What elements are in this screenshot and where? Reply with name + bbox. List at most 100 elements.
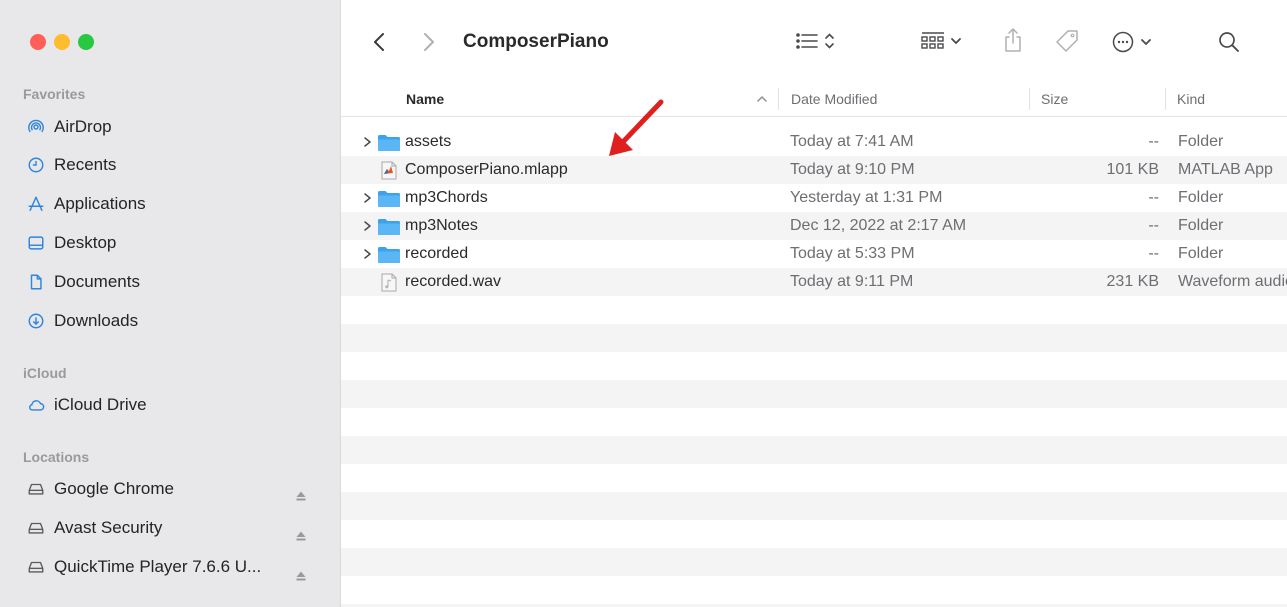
empty-row-stripe (341, 492, 1287, 520)
file-date: Today at 9:11 PM (790, 273, 914, 290)
column-divider[interactable] (1029, 88, 1030, 110)
file-date: Today at 7:41 AM (790, 133, 914, 150)
sidebar-item-quicktime-player[interactable]: QuickTime Player 7.6.6 U... (26, 553, 326, 581)
column-divider[interactable] (1165, 88, 1166, 110)
file-row-mp3chords[interactable]: mp3Chords Yesterday at 1:31 PM -- Folder (341, 184, 1287, 212)
file-size: -- (1148, 245, 1159, 262)
disclosure-triangle-icon[interactable] (363, 137, 372, 147)
download-icon (26, 311, 46, 331)
audio-file-icon (381, 273, 397, 292)
file-date: Today at 9:10 PM (790, 161, 915, 178)
group-icon[interactable] (920, 28, 966, 54)
airdrop-icon (26, 117, 46, 137)
file-kind: Folder (1178, 133, 1224, 150)
sidebar-item-applications[interactable]: Applications (26, 190, 326, 218)
sidebar-item-avast-security[interactable]: Avast Security (26, 514, 326, 542)
annotation-arrow-icon (609, 99, 664, 156)
file-kind: Folder (1178, 245, 1224, 262)
finder-window: Favorites AirDrop Recents Applications D… (0, 0, 1287, 607)
sidebar-item-label: Recents (54, 155, 117, 174)
drive-icon (26, 518, 46, 538)
document-icon (26, 272, 46, 292)
sort-ascending-icon[interactable] (756, 94, 768, 104)
sidebar-item-downloads[interactable]: Downloads (26, 307, 326, 335)
file-name: recorded.wav (405, 273, 502, 290)
file-name: ComposerPiano.mlapp (405, 161, 568, 178)
sidebar-item-label: QuickTime Player 7.6.6 U... (54, 557, 262, 576)
column-header: Name Date Modified Size Kind (341, 82, 1287, 117)
column-kind[interactable]: Kind (1177, 82, 1205, 116)
empty-row-stripe (341, 436, 1287, 464)
file-kind: MATLAB App (1178, 161, 1273, 178)
file-date: Dec 12, 2022 at 2:17 AM (790, 217, 967, 234)
eject-icon[interactable] (295, 529, 307, 541)
file-size: -- (1148, 133, 1159, 150)
file-size: -- (1148, 217, 1159, 234)
cloud-icon (26, 395, 46, 415)
sidebar-item-google-chrome[interactable]: Google Chrome (26, 475, 326, 503)
folder-icon (378, 247, 400, 263)
tag-icon[interactable] (1054, 28, 1080, 54)
empty-row-stripe (341, 548, 1287, 576)
sidebar-item-label: Desktop (54, 233, 117, 252)
disclosure-triangle-icon[interactable] (363, 249, 372, 259)
file-list: assets Today at 7:41 AM -- Folder Compos… (341, 124, 1287, 607)
sidebar-item-label: Applications (54, 194, 146, 213)
file-name: mp3Chords (405, 189, 488, 206)
sidebar-item-recents[interactable]: Recents (26, 151, 326, 179)
column-date-modified[interactable]: Date Modified (791, 82, 877, 116)
share-icon[interactable] (1002, 26, 1024, 54)
folder-icon (378, 191, 400, 207)
clock-icon (26, 155, 46, 175)
empty-row-stripe (341, 324, 1287, 352)
sidebar-item-icloud-drive[interactable]: iCloud Drive (26, 391, 326, 419)
column-name[interactable]: Name (406, 82, 444, 116)
more-icon[interactable] (1112, 29, 1158, 55)
close-window-button[interactable] (30, 34, 46, 50)
file-row-recorded[interactable]: recorded Today at 5:33 PM -- Folder (341, 240, 1287, 268)
matlab-app-icon (381, 161, 397, 180)
file-row-mp3notes[interactable]: mp3Notes Dec 12, 2022 at 2:17 AM -- Fold… (341, 212, 1287, 240)
desktop-icon (26, 233, 46, 253)
minimize-window-button[interactable] (54, 34, 70, 50)
file-size: -- (1148, 189, 1159, 206)
sidebar-item-label: Downloads (54, 311, 139, 330)
file-name: assets (405, 133, 452, 150)
file-date: Today at 5:33 PM (790, 245, 915, 262)
drive-icon (26, 557, 46, 577)
file-size: 231 KB (1106, 273, 1159, 290)
drive-icon (26, 479, 46, 499)
sidebar: Favorites AirDrop Recents Applications D… (0, 0, 341, 607)
sidebar-item-airdrop[interactable]: AirDrop (26, 113, 326, 141)
sidebar-item-label: iCloud Drive (54, 395, 147, 414)
folder-icon (378, 219, 400, 235)
list-view-icon[interactable] (795, 30, 843, 54)
column-divider[interactable] (778, 88, 779, 110)
file-kind: Folder (1178, 189, 1224, 206)
disclosure-triangle-icon[interactable] (363, 193, 372, 203)
column-size[interactable]: Size (1041, 82, 1068, 116)
sidebar-section-icloud: iCloud (23, 365, 67, 381)
sidebar-section-locations: Locations (23, 449, 90, 465)
disclosure-triangle-icon[interactable] (363, 221, 372, 231)
folder-icon (378, 135, 400, 151)
eject-icon[interactable] (295, 569, 307, 581)
file-row-composerpiano-mlapp[interactable]: ComposerPiano.mlapp Today at 9:10 PM 101… (341, 156, 1287, 184)
sidebar-item-desktop[interactable]: Desktop (26, 229, 326, 257)
sidebar-item-label: Documents (54, 272, 140, 291)
forward-icon[interactable] (419, 30, 439, 54)
sidebar-item-label: Avast Security (54, 518, 163, 537)
window-controls (30, 34, 94, 50)
file-kind: Folder (1178, 217, 1224, 234)
search-icon[interactable] (1217, 30, 1241, 54)
toolbar: ComposerPiano (341, 0, 1287, 82)
sidebar-item-documents[interactable]: Documents (26, 268, 326, 296)
empty-row-stripe (341, 380, 1287, 408)
file-size: 101 KB (1106, 161, 1159, 178)
file-row-assets[interactable]: assets Today at 7:41 AM -- Folder (341, 128, 1287, 156)
zoom-window-button[interactable] (78, 34, 94, 50)
back-icon[interactable] (369, 30, 389, 54)
file-row-recorded-wav[interactable]: recorded.wav Today at 9:11 PM 231 KB Wav… (341, 268, 1287, 296)
file-kind: Waveform audio (1178, 273, 1287, 290)
eject-icon[interactable] (295, 489, 307, 501)
